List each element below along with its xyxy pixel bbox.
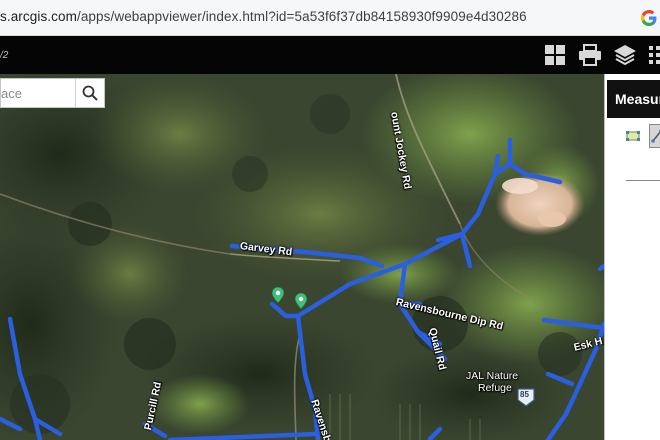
panel-divider	[626, 180, 660, 181]
search-widget	[0, 78, 105, 108]
route-shield-label: 85	[520, 390, 529, 399]
url-path: /apps/webappviewer/index.html?id=5a53f6f…	[76, 9, 527, 24]
google-g-icon[interactable]	[640, 9, 658, 27]
layer-list-icon[interactable]	[610, 40, 640, 70]
measurement-title: Measur	[607, 80, 660, 118]
search-input[interactable]	[1, 79, 75, 107]
map-view[interactable]: 85 Garvey Rd Ravensbourne Dip Rd Quail R…	[0, 74, 604, 440]
print-icon[interactable]	[575, 40, 605, 70]
app-title: /2	[0, 50, 9, 61]
distance-measure-icon[interactable]	[649, 124, 660, 148]
place-label-line1: JAL Nature	[466, 370, 519, 382]
more-icon[interactable]	[645, 40, 660, 70]
place-label-line2: Refuge	[478, 382, 512, 394]
search-button[interactable]	[75, 79, 104, 107]
measurement-panel: Measur	[604, 74, 660, 440]
satellite-basemap	[0, 74, 604, 440]
app-header: /2	[0, 36, 660, 74]
url-text[interactable]: s.arcgis.com/apps/webappviewer/index.htm…	[0, 9, 527, 24]
basemap-gallery-icon[interactable]	[540, 40, 570, 70]
search-icon	[82, 85, 98, 101]
url-host: s.arcgis.com	[0, 9, 77, 24]
area-measure-icon[interactable]	[623, 124, 643, 148]
browser-address-bar[interactable]: s.arcgis.com/apps/webappviewer/index.htm…	[0, 0, 660, 36]
